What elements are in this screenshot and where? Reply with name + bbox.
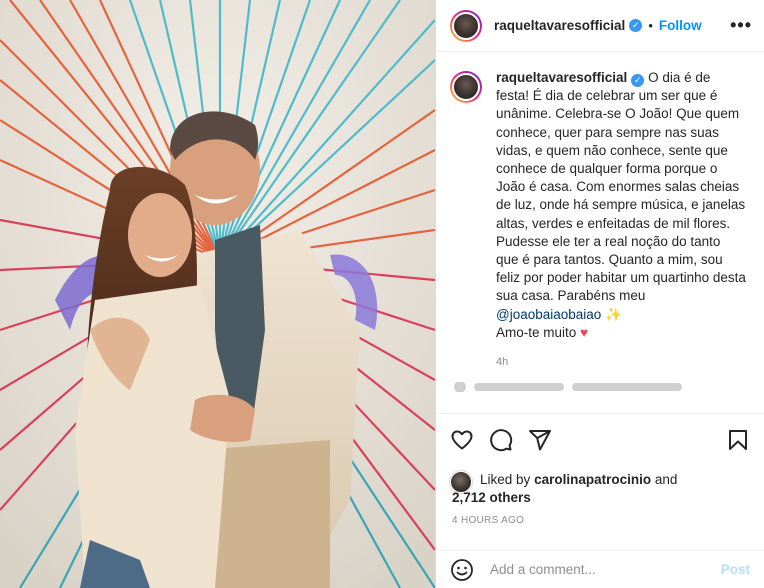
liked-by-and: and — [654, 472, 678, 487]
liked-by-prefix: Liked by — [480, 472, 531, 487]
caption: raqueltavaresofficial ✓ O dia é de festa!… — [450, 69, 750, 342]
comment-input[interactable] — [488, 561, 721, 578]
heart-emoji: ♥ — [580, 324, 589, 340]
caption-body: O dia é de festa! É dia de celebrar um s… — [496, 70, 746, 304]
instagram-post: raqueltavaresofficial ✓ • Follow ••• raq… — [0, 0, 764, 588]
caption-text: raqueltavaresofficial ✓ O dia é de festa!… — [496, 69, 746, 342]
follow-button[interactable]: Follow — [659, 18, 702, 33]
caption-closing: Amo-te muito — [496, 324, 577, 340]
next-comment-peek — [454, 382, 750, 393]
caption-author-avatar[interactable] — [450, 71, 482, 103]
paper-plane-icon[interactable] — [528, 428, 552, 452]
action-bar — [436, 413, 764, 452]
comments-section[interactable]: raqueltavaresofficial ✓ O dia é de festa!… — [436, 53, 764, 413]
comment-bubble-icon[interactable] — [489, 428, 513, 452]
post-timestamp[interactable]: 4 HOURS AGO — [452, 515, 524, 526]
post-comment-button[interactable]: Post — [721, 562, 750, 577]
liker-username[interactable]: carolinapatrocinio — [534, 472, 651, 487]
verified-badge-icon: ✓ — [631, 74, 645, 87]
post-photo[interactable] — [0, 0, 435, 588]
add-comment-bar: Post — [436, 550, 764, 588]
avatar-image — [452, 11, 480, 40]
more-options-icon[interactable]: ••• — [730, 15, 752, 36]
smiley-icon[interactable] — [450, 558, 474, 582]
caption-username[interactable]: raqueltavaresofficial — [496, 70, 627, 85]
heart-outline-icon[interactable] — [450, 428, 474, 452]
post-header: raqueltavaresofficial ✓ • Follow ••• — [436, 0, 764, 52]
likes-count-link[interactable]: 2,712 others — [452, 490, 531, 505]
avatar-image — [452, 73, 480, 101]
post-side-panel: raqueltavaresofficial ✓ • Follow ••• raq… — [435, 0, 764, 588]
verified-badge-icon: ✓ — [629, 19, 643, 32]
comment-avatar-placeholder — [454, 382, 466, 393]
author-avatar[interactable] — [450, 9, 482, 42]
comment-text-placeholder — [474, 383, 564, 392]
sparkle-emoji: ✨ — [605, 306, 622, 322]
mention-link[interactable]: @joaobaiaobaiao — [496, 307, 601, 322]
bookmark-icon[interactable] — [726, 428, 750, 452]
caption-timestamp[interactable]: 4h — [496, 356, 750, 368]
author-username[interactable]: raqueltavaresofficial — [494, 18, 625, 33]
photo-illustration — [0, 0, 435, 588]
liked-by-line: Liked by carolinapatrocinio and — [480, 470, 677, 490]
separator-dot: • — [648, 18, 653, 33]
comment-text-placeholder — [572, 383, 682, 392]
